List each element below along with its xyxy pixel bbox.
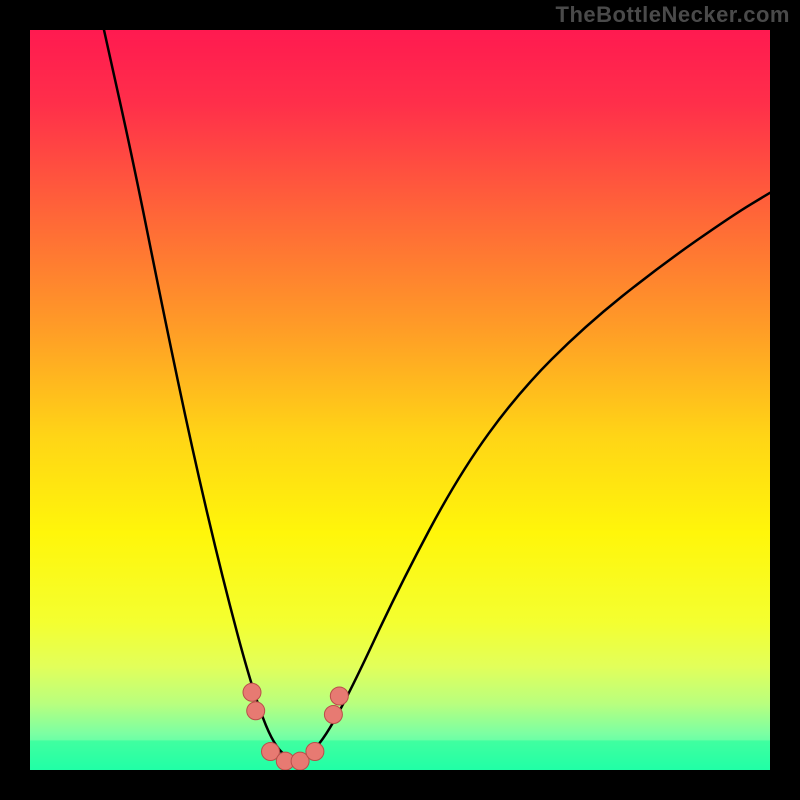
data-point xyxy=(330,687,348,705)
green-band xyxy=(30,740,770,770)
plot-area xyxy=(30,30,770,770)
data-point xyxy=(306,743,324,761)
chart-svg xyxy=(30,30,770,770)
data-point xyxy=(243,683,261,701)
data-point xyxy=(247,702,265,720)
watermark-text: TheBottleNecker.com xyxy=(556,2,790,28)
chart-frame: TheBottleNecker.com xyxy=(0,0,800,800)
gradient-background xyxy=(30,30,770,770)
data-point xyxy=(324,706,342,724)
